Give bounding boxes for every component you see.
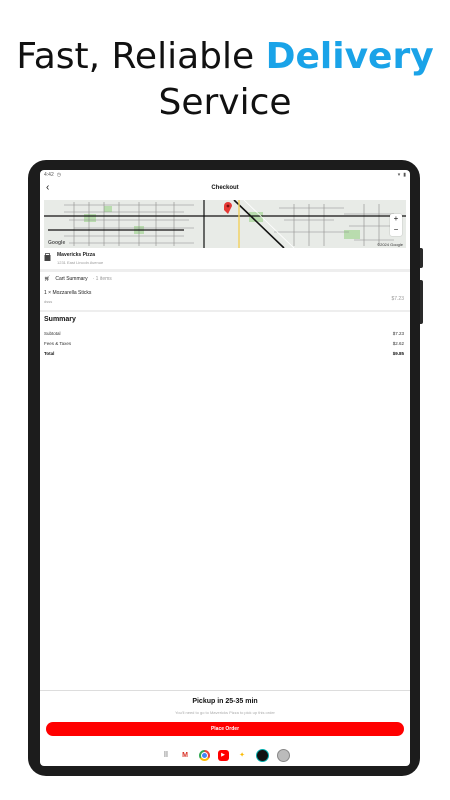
cart-title: Cart Summary: [55, 276, 88, 282]
place-order-button[interactable]: Place Order: [46, 722, 404, 736]
store-name: Mavericks Pizza: [57, 252, 96, 258]
order-summary: Summary Subtotal $7.23 Fees & Taxes $2.6…: [40, 312, 410, 365]
youtube-icon[interactable]: ▶: [217, 749, 229, 761]
map-attribution: ©2024 Google: [377, 242, 403, 247]
volume-button: [420, 280, 423, 324]
cart-count: · 1 items: [92, 276, 112, 282]
store-address: 1231 East Lincoln Avenue: [57, 260, 104, 265]
summary-title: Summary: [44, 316, 76, 323]
app-dock: ⠿ M ▶ ✦: [40, 746, 410, 764]
app-bar: ‹ Checkout: [40, 180, 410, 196]
page-title: Checkout: [211, 185, 239, 191]
battery-icon: ▮: [403, 172, 406, 178]
app-screen: 4:42 ◷ ▾ ▮ ‹ Checkout + − Google ©2024 G…: [40, 170, 410, 766]
summary-row-subtotal: Subtotal $7.23: [44, 331, 404, 336]
chrome-icon[interactable]: [198, 749, 210, 761]
zoom-in-button[interactable]: +: [390, 214, 402, 225]
cart-item-note: dsss: [44, 299, 53, 304]
headline-accent: Delivery: [265, 36, 434, 77]
pickup-note: You'll need to go to Mavericks Pizza to …: [175, 710, 275, 715]
cart-item-price: $7.23: [391, 296, 404, 302]
map-roads: [44, 200, 406, 248]
zoom-controls: + −: [390, 214, 402, 236]
avatar-icon[interactable]: [276, 748, 290, 762]
pickup-time: Pickup in 25-35 min: [192, 698, 258, 705]
summary-row-fees: Fees & Taxes $2.62: [44, 341, 404, 346]
map-view[interactable]: + − Google ©2024 Google: [44, 200, 406, 248]
wifi-icon: ▾: [397, 172, 401, 178]
camera-icon[interactable]: [255, 748, 269, 762]
status-time: 4:42: [44, 172, 54, 178]
status-bar: 4:42 ◷ ▾ ▮: [40, 170, 410, 180]
promo-headline: Fast, Reliable Delivery Service: [0, 34, 450, 126]
apps-grid-icon[interactable]: ⠿: [161, 750, 172, 761]
headline-line2: Service: [158, 82, 292, 123]
cart-item[interactable]: 1 × Mozzarella Sticks dsss $7.23: [40, 286, 410, 308]
headline-line1: Fast, Reliable Delivery: [16, 36, 434, 77]
back-arrow-icon[interactable]: ‹: [46, 182, 49, 193]
gmail-icon[interactable]: M: [180, 750, 191, 761]
cart-item-line: 1 × Mozzarella Sticks: [44, 290, 92, 296]
google-logo: Google: [48, 240, 66, 246]
checkout-footer: Pickup in 25-35 min You'll need to go to…: [40, 690, 410, 736]
summary-row-total: Total $9.85: [44, 351, 404, 356]
store-info: Mavericks Pizza 1231 East Lincoln Avenue: [40, 248, 410, 269]
cart-icon: 🛒︎: [44, 276, 51, 282]
zoom-out-button[interactable]: −: [390, 225, 402, 236]
power-button: [420, 248, 423, 268]
photos-icon[interactable]: ✦: [237, 750, 248, 761]
clock-icon: ◷: [56, 172, 62, 178]
store-icon: [44, 253, 51, 261]
cart-summary-header: 🛒︎ Cart Summary · 1 items: [40, 272, 410, 286]
